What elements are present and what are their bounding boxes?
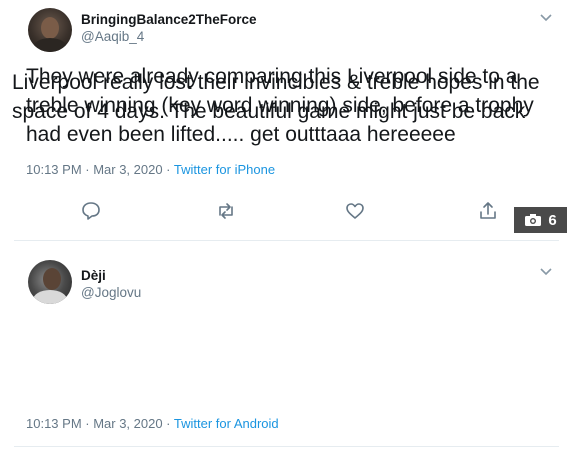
- action-bar: [14, 196, 559, 228]
- tweet-meta: 10:13 PM · Mar 3, 2020 · Twitter for iPh…: [26, 162, 275, 177]
- avatar-body: [33, 290, 67, 304]
- camera-icon: [525, 214, 542, 226]
- user-handle[interactable]: @Aaqib_4: [81, 29, 144, 44]
- like-icon[interactable]: [344, 200, 366, 222]
- photo-count-badge[interactable]: 6: [514, 207, 567, 233]
- divider: [14, 240, 559, 241]
- retweet-icon[interactable]: [215, 200, 237, 222]
- avatar-face: [43, 268, 61, 290]
- user-handle[interactable]: @Joglovu: [81, 285, 141, 300]
- display-name[interactable]: Dèji: [81, 268, 106, 283]
- avatar-face: [41, 17, 59, 39]
- photo-count: 6: [548, 211, 557, 229]
- chevron-down-icon[interactable]: [539, 264, 553, 278]
- chevron-down-icon[interactable]: [539, 10, 553, 24]
- tweet-meta: 10:13 PM · Mar 3, 2020 · Twitter for And…: [26, 416, 279, 431]
- tweet-text: Liverpool really lost their invincibles …: [12, 71, 540, 123]
- source-link[interactable]: Twitter for iPhone: [174, 162, 275, 177]
- source-link[interactable]: Twitter for Android: [174, 416, 279, 431]
- divider: [14, 446, 559, 447]
- display-name[interactable]: BringingBalance2TheForce: [81, 12, 257, 27]
- timestamp[interactable]: 10:13 PM · Mar 3, 2020 ·: [26, 416, 174, 431]
- avatar[interactable]: [28, 260, 72, 304]
- tweet-card-2[interactable]: Dèji @Joglovu Liverpool really lost thei…: [12, 71, 559, 445]
- avatar[interactable]: [28, 8, 72, 52]
- avatar-body: [33, 38, 67, 52]
- timestamp[interactable]: 10:13 PM · Mar 3, 2020 ·: [26, 162, 174, 177]
- share-icon[interactable]: [477, 200, 499, 222]
- reply-icon[interactable]: [80, 200, 102, 222]
